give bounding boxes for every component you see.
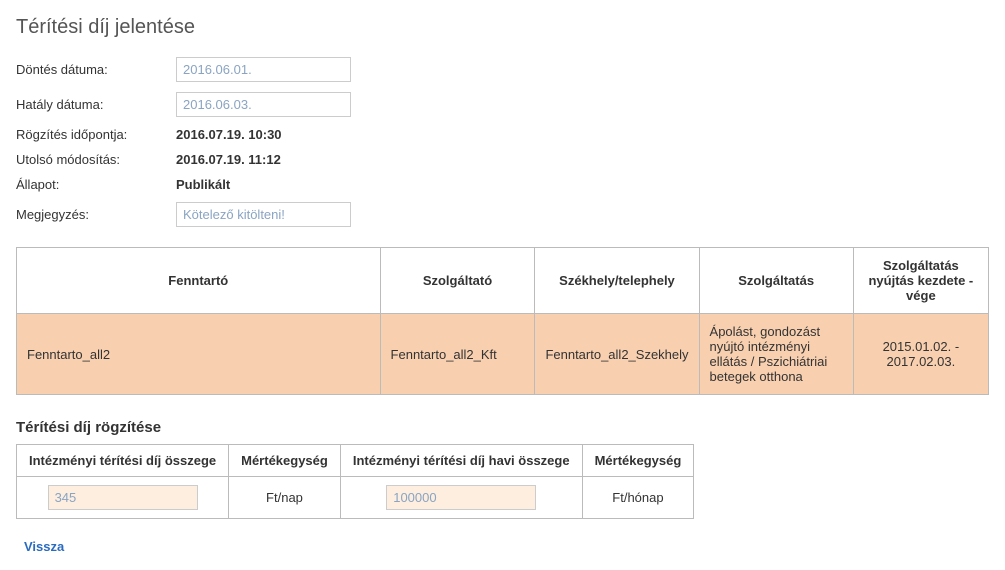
- inst-fee-input[interactable]: [48, 485, 198, 510]
- cell-service: Ápolást, gondozást nyújtó intézményi ell…: [699, 314, 853, 395]
- col-unit2: Mértékegység: [582, 445, 694, 477]
- table-row: Fenntarto_all2 Fenntarto_all2_Kft Fennta…: [17, 314, 989, 395]
- note-input[interactable]: [176, 202, 351, 227]
- status-value: Publikált: [176, 177, 230, 192]
- fee-section-title: Térítési díj rögzítése: [16, 419, 989, 436]
- decision-date-input[interactable]: [176, 57, 351, 82]
- col-maintainer: Fenntartó: [17, 248, 381, 314]
- fee-table: Intézményi térítési díj összege Mértékeg…: [16, 444, 694, 519]
- cell-period: 2015.01.02. - 2017.02.03.: [853, 314, 988, 395]
- last-modified-label: Utolsó módosítás:: [16, 152, 176, 167]
- cell-provider: Fenntarto_all2_Kft: [380, 314, 535, 395]
- last-modified-value: 2016.07.19. 11:12: [176, 152, 281, 167]
- col-period: Szolgáltatás nyújtás kezdete - vége: [853, 248, 988, 314]
- col-inst-fee: Intézményi térítési díj összege: [17, 445, 229, 477]
- fee-row: Ft/nap Ft/hónap: [17, 477, 694, 519]
- cell-maintainer: Fenntarto_all2: [17, 314, 381, 395]
- page-title: Térítési díj jelentése: [16, 16, 989, 39]
- decision-date-label: Döntés dátuma:: [16, 62, 176, 77]
- effective-date-label: Hatály dátuma:: [16, 97, 176, 112]
- unit1-value: Ft/nap: [229, 477, 341, 519]
- main-table: Fenntartó Szolgáltató Székhely/telephely…: [16, 247, 989, 395]
- unit2-value: Ft/hónap: [582, 477, 694, 519]
- inst-fee-monthly-input[interactable]: [386, 485, 536, 510]
- recorded-at-value: 2016.07.19. 10:30: [176, 127, 282, 142]
- col-service: Szolgáltatás: [699, 248, 853, 314]
- note-label: Megjegyzés:: [16, 207, 176, 222]
- col-unit1: Mértékegység: [229, 445, 341, 477]
- cell-site: Fenntarto_all2_Szekhely: [535, 314, 699, 395]
- col-inst-fee-monthly: Intézményi térítési díj havi összege: [340, 445, 582, 477]
- recorded-at-label: Rögzítés időpontja:: [16, 127, 176, 142]
- col-site: Székhely/telephely: [535, 248, 699, 314]
- col-provider: Szolgáltató: [380, 248, 535, 314]
- effective-date-input[interactable]: [176, 92, 351, 117]
- status-label: Állapot:: [16, 177, 176, 192]
- back-link[interactable]: Vissza: [16, 539, 64, 554]
